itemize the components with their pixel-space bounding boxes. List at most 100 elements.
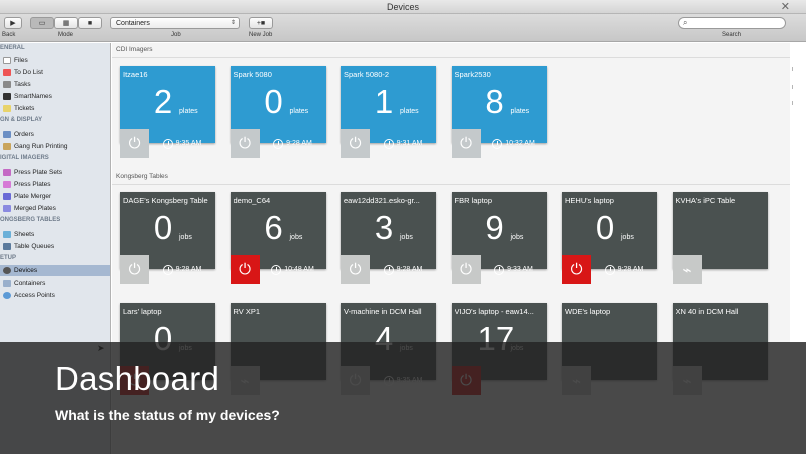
sidebar-item-press-plates[interactable]: Press Plates [0,179,110,190]
job-label: Job [171,32,181,38]
last-update: 9:33 AM [481,255,547,284]
window-title: Devices [386,2,419,12]
disconnected-icon: ⌁ [672,255,702,284]
overlay-title: Dashboard [55,360,220,397]
power-button[interactable]: ⏻ [562,255,591,284]
sidebar-item-files[interactable]: Files [0,55,110,66]
job-count: 1 [374,83,394,120]
sidebar-item-gang-run[interactable]: Gang Run Printing [0,141,110,152]
device-name: demo_C64 [233,196,271,205]
sidebar-item-tasks[interactable]: Tasks [0,79,110,90]
power-icon: ⏻ [128,261,141,278]
search-input[interactable]: ⌕ [678,17,786,29]
overlay-subtitle: What is the status of my devices? [55,407,280,423]
device-tile[interactable]: Spark 5080-2 1 plates ⏻ 9:31 AM [341,66,436,158]
power-button[interactable]: ⏻ [451,129,481,158]
device-name: HEHU's laptop [565,196,614,205]
background-window-text: I [792,101,794,107]
device-tile[interactable]: HEHU's laptop 0 jobs ⏻ 9:28 AM [562,192,657,284]
back-label: Back [2,32,16,38]
tile-footer: ⏻ 9:28 AM [341,255,436,284]
power-button[interactable]: ⏻ [341,255,370,284]
device-tile[interactable]: FBR laptop 9 jobs ⏻ 9:33 AM [451,192,547,284]
tile-footer: ⏻ 9:31 AM [341,129,436,158]
last-update-time: 10:32 AM [505,140,535,147]
power-button[interactable]: ⏻ [120,129,149,158]
clock-icon [162,264,173,275]
folder-icon: ■ [87,19,93,27]
device-tile[interactable]: KVHA's iPC Table ⌁ [672,192,768,284]
background-window-text: I [792,67,794,73]
sidebar-item-table-queues[interactable]: Table Queues [0,241,110,252]
clock-icon [273,138,284,149]
device-tile[interactable]: demo_C64 6 jobs ⏻ 10:48 AM [230,192,326,284]
todo-icon [3,69,11,76]
sidebar-item-tickets[interactable]: Tickets [0,103,110,114]
sidebar-item-plate-merger[interactable]: Plate Merger [0,191,110,202]
app-window: Devices ✕ ▶ Back ▭ ▦ ■ Mode Containers ⇕ … [0,0,806,454]
last-update: 9:28 AM [149,255,215,284]
job-unit: jobs [510,234,524,241]
power-button[interactable]: ⏻ [230,129,260,158]
device-tile[interactable]: Spark 5080 0 plates ⏻ 9:28 AM [230,66,326,158]
sidebar-section-general: ENERAL [0,45,25,51]
job-unit: jobs [179,234,192,241]
merger-icon [3,193,11,200]
device-tile[interactable]: Itzae16 2 plates ⏻ 9:35 AM [120,66,215,158]
sidebar-item-orders[interactable]: Orders [0,129,110,140]
sidebar-item-containers[interactable]: Containers [0,278,110,289]
smartnames-icon [3,93,11,100]
sidebar-item-access-points[interactable]: Access Points [0,290,110,301]
job-count: 3 [374,209,394,246]
device-name: RV XP1 [233,307,261,316]
last-update-time: 9:33 AM [507,266,533,273]
device-tile[interactable]: Spark2530 8 plates ⏻ 10:32 AM [451,66,547,158]
power-icon: ⏻ [349,135,362,152]
sheets-icon [3,231,11,238]
sidebar-item-sheets[interactable]: Sheets [0,229,110,240]
tile-footer: ⏻ 9:28 AM [562,255,657,284]
job-count: 0 [595,209,615,246]
power-icon: ⏻ [239,135,251,152]
close-icon[interactable]: ✕ [781,0,790,14]
last-update: 9:35 AM [149,129,215,158]
device-tile[interactable]: eaw12dd321.esko-gr... 3 jobs ⏻ 9:28 AM [341,192,436,284]
job-unit: plates [179,108,198,115]
last-update: 9:28 AM [260,129,326,158]
power-button[interactable]: ⏻ [120,255,149,284]
ticket-icon [3,105,11,112]
sidebar-item-merged-plates[interactable]: Merged Plates [0,203,110,214]
sidebar-item-todo[interactable]: To Do List [0,67,110,78]
power-button[interactable]: ⏻ [341,129,370,158]
devices-icon [3,267,11,274]
last-update-time: 10:48 AM [284,266,314,273]
new-job-button[interactable]: +■ [249,17,273,29]
clock-icon [162,138,173,149]
sidebar-section-setup: ETUP [0,255,17,261]
mode-list-button[interactable]: ▭ [30,17,54,29]
job-count: 6 [264,209,283,246]
last-update-time: 9:28 AM [396,266,423,273]
clock-icon [494,264,505,275]
sidebar-section-tables: ONGSBERG TABLES [0,217,61,223]
sidebar-section-design: GN & DISPLAY [0,117,43,123]
plate-sets-icon [3,169,11,176]
mode-label: Mode [58,32,74,38]
last-update-time: 9:28 AM [617,266,644,273]
device-tile[interactable]: DAGE's Kongsberg Table 0 jobs ⏻ 9:28 AM [120,192,215,284]
back-button[interactable]: ▶ [4,17,22,29]
job-select[interactable]: Containers ⇕ [110,17,240,29]
sidebar-item-smartnames[interactable]: SmartNames [0,91,110,102]
sidebar-item-press-plate-sets[interactable]: Press Plate Sets [0,167,110,178]
sidebar-item-devices[interactable]: Devices [0,265,110,276]
new-job-label: New Job [249,32,273,38]
power-icon: ⏻ [460,261,472,278]
power-button[interactable]: ⏻ [451,255,481,284]
power-button[interactable]: ⏻ [230,255,260,284]
tasks-icon [3,81,11,88]
mode-grid-button[interactable]: ▦ [54,17,78,29]
mode-folder-button[interactable]: ■ [78,17,102,29]
job-select-value: Containers [116,20,150,27]
job-count: 8 [485,83,504,120]
job-unit: plates [510,108,530,115]
